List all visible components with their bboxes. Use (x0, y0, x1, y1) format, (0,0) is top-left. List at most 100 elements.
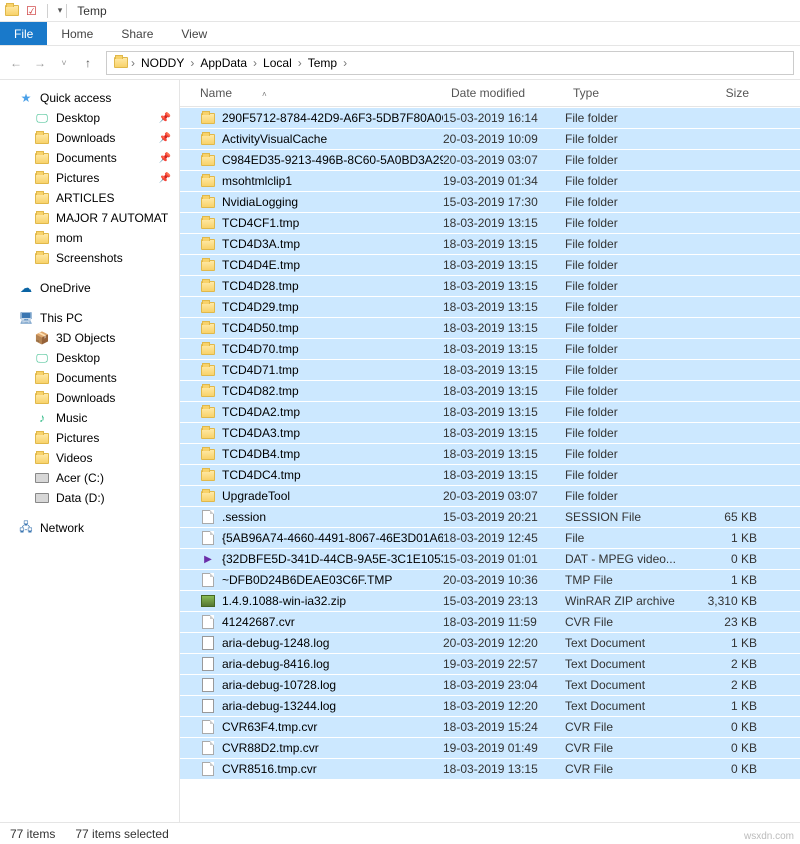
nav-back-icon[interactable]: ← (6, 53, 26, 73)
column-name[interactable]: Name˄ (180, 80, 443, 106)
sidebar-this-pc[interactable]: 🖥 This PC (0, 308, 179, 328)
table-row[interactable]: 1.4.9.1088-win-ia32.zip15-03-2019 23:13W… (180, 590, 800, 611)
table-row[interactable]: TCD4D28.tmp18-03-2019 13:15File folder (180, 275, 800, 296)
sidebar-onedrive[interactable]: ☁ OneDrive (0, 278, 179, 298)
table-row[interactable]: TCD4D3A.tmp18-03-2019 13:15File folder (180, 233, 800, 254)
table-row[interactable]: ~DFB0D24B6DEAE03C6F.TMP20-03-2019 10:36T… (180, 569, 800, 590)
table-row[interactable]: {32DBFE5D-341D-44CB-9A5E-3C1E1053...15-0… (180, 548, 800, 569)
cell-name: msohtmlclip1 (180, 173, 443, 189)
table-row[interactable]: NvidiaLogging15-03-2019 17:30File folder (180, 191, 800, 212)
sidebar-item[interactable]: Downloads (0, 388, 179, 408)
table-row[interactable]: CVR88D2.tmp.cvr19-03-2019 01:49CVR File0… (180, 737, 800, 758)
sidebar-item[interactable]: Screenshots (0, 248, 179, 268)
table-row[interactable]: TCD4CF1.tmp18-03-2019 13:15File folder (180, 212, 800, 233)
qat-dropdown-icon[interactable]: ▾ (58, 5, 63, 16)
sidebar-item[interactable]: Pictures📌 (0, 168, 179, 188)
cell-type: File folder (565, 468, 687, 482)
tab-home[interactable]: Home (47, 22, 107, 45)
file-list[interactable]: Name˄ Date modified Type Size 290F5712-8… (180, 80, 800, 822)
table-row[interactable]: msohtmlclip119-03-2019 01:34File folder (180, 170, 800, 191)
nav-forward-icon[interactable]: → (30, 53, 50, 73)
folder-icon (113, 55, 129, 71)
cell-type: File folder (565, 426, 687, 440)
table-row[interactable]: TCD4D70.tmp18-03-2019 13:15File folder (180, 338, 800, 359)
folder-icon (200, 257, 216, 273)
cell-type: File folder (565, 489, 687, 503)
pin-icon: 📌 (159, 133, 171, 144)
crumb-temp[interactable]: Temp (304, 56, 341, 70)
folder-icon (200, 215, 216, 231)
sidebar-item[interactable]: 🖵Desktop (0, 348, 179, 368)
table-row[interactable]: CVR8516.tmp.cvr18-03-2019 13:15CVR File0… (180, 758, 800, 779)
table-row[interactable]: {5AB96A74-4660-4491-8067-46E3D01A6...18-… (180, 527, 800, 548)
table-row[interactable]: TCD4D4E.tmp18-03-2019 13:15File folder (180, 254, 800, 275)
cell-type: File folder (565, 384, 687, 398)
chevron-right-icon[interactable]: › (190, 56, 194, 70)
column-date[interactable]: Date modified (443, 80, 565, 106)
table-row[interactable]: aria-debug-10728.log18-03-2019 23:04Text… (180, 674, 800, 695)
folder-icon (34, 130, 50, 146)
sidebar-item[interactable]: Pictures (0, 428, 179, 448)
table-row[interactable]: aria-debug-1248.log20-03-2019 12:20Text … (180, 632, 800, 653)
cell-date: 15-03-2019 23:13 (443, 594, 565, 608)
sidebar-network[interactable]: 🖧 Network (0, 518, 179, 538)
crumb-local[interactable]: Local (259, 56, 296, 70)
sidebar-item[interactable]: 🖵Desktop📌 (0, 108, 179, 128)
cell-size: 0 KB (687, 720, 757, 734)
cell-name: TCD4D3A.tmp (180, 236, 443, 252)
tab-file[interactable]: File (0, 22, 47, 45)
table-row[interactable]: 290F5712-8784-42D9-A6F3-5DB7F80A0C...15-… (180, 107, 800, 128)
column-type[interactable]: Type (565, 80, 687, 106)
cell-name: UpgradeTool (180, 488, 443, 504)
sidebar-item-label: Music (56, 411, 87, 425)
sidebar-quick-access[interactable]: ★ Quick access (0, 88, 179, 108)
table-row[interactable]: .session15-03-2019 20:21SESSION File65 K… (180, 506, 800, 527)
cell-date: 15-03-2019 20:21 (443, 510, 565, 524)
tab-share[interactable]: Share (107, 22, 167, 45)
nav-recent-icon[interactable]: ˅ (54, 53, 74, 73)
table-row[interactable]: ActivityVisualCache20-03-2019 10:09File … (180, 128, 800, 149)
chevron-right-icon[interactable]: › (131, 56, 135, 70)
table-row[interactable]: TCD4D50.tmp18-03-2019 13:15File folder (180, 317, 800, 338)
sidebar-item[interactable]: MAJOR 7 AUTOMAT (0, 208, 179, 228)
sidebar-item[interactable]: Downloads📌 (0, 128, 179, 148)
table-row[interactable]: CVR63F4.tmp.cvr18-03-2019 15:24CVR File0… (180, 716, 800, 737)
chevron-right-icon[interactable]: › (298, 56, 302, 70)
drive-icon (34, 490, 50, 506)
sidebar-item[interactable]: mom (0, 228, 179, 248)
chevron-right-icon[interactable]: › (253, 56, 257, 70)
table-row[interactable]: aria-debug-8416.log19-03-2019 22:57Text … (180, 653, 800, 674)
table-row[interactable]: TCD4D29.tmp18-03-2019 13:15File folder (180, 296, 800, 317)
sidebar-item[interactable]: Videos (0, 448, 179, 468)
cell-type: CVR File (565, 741, 687, 755)
table-row[interactable]: TCD4DB4.tmp18-03-2019 13:15File folder (180, 443, 800, 464)
table-row[interactable]: C984ED35-9213-496B-8C60-5A0BD3A29...20-0… (180, 149, 800, 170)
cell-size: 65 KB (687, 510, 757, 524)
breadcrumb[interactable]: › NODDY › AppData › Local › Temp › (106, 51, 794, 75)
sidebar-item[interactable]: Documents (0, 368, 179, 388)
tab-view[interactable]: View (167, 22, 221, 45)
chevron-right-icon[interactable]: › (343, 56, 347, 70)
table-row[interactable]: 41242687.cvr18-03-2019 11:59CVR File23 K… (180, 611, 800, 632)
table-row[interactable]: TCD4D82.tmp18-03-2019 13:15File folder (180, 380, 800, 401)
table-row[interactable]: aria-debug-13244.log18-03-2019 12:20Text… (180, 695, 800, 716)
column-size[interactable]: Size (687, 80, 757, 106)
sidebar-item[interactable]: Documents📌 (0, 148, 179, 168)
sidebar-item[interactable]: Data (D:) (0, 488, 179, 508)
sidebar-item[interactable]: ♪Music (0, 408, 179, 428)
sidebar-item[interactable]: ARTICLES (0, 188, 179, 208)
table-row[interactable]: TCD4DC4.tmp18-03-2019 13:15File folder (180, 464, 800, 485)
table-row[interactable]: TCD4D71.tmp18-03-2019 13:15File folder (180, 359, 800, 380)
table-row[interactable]: TCD4DA3.tmp18-03-2019 13:15File folder (180, 422, 800, 443)
table-row[interactable]: TCD4DA2.tmp18-03-2019 13:15File folder (180, 401, 800, 422)
cell-type: DAT - MPEG video... (565, 552, 687, 566)
folder-icon (200, 383, 216, 399)
sidebar-item[interactable]: Acer (C:) (0, 468, 179, 488)
nav-up-icon[interactable]: ↑ (78, 53, 98, 73)
sidebar-item[interactable]: 📦3D Objects (0, 328, 179, 348)
crumb-appdata[interactable]: AppData (196, 56, 251, 70)
file-icon (200, 719, 216, 735)
crumb-noddy[interactable]: NODDY (137, 56, 188, 70)
qat-properties-icon[interactable]: ☑ (26, 4, 37, 18)
table-row[interactable]: UpgradeTool20-03-2019 03:07File folder (180, 485, 800, 506)
